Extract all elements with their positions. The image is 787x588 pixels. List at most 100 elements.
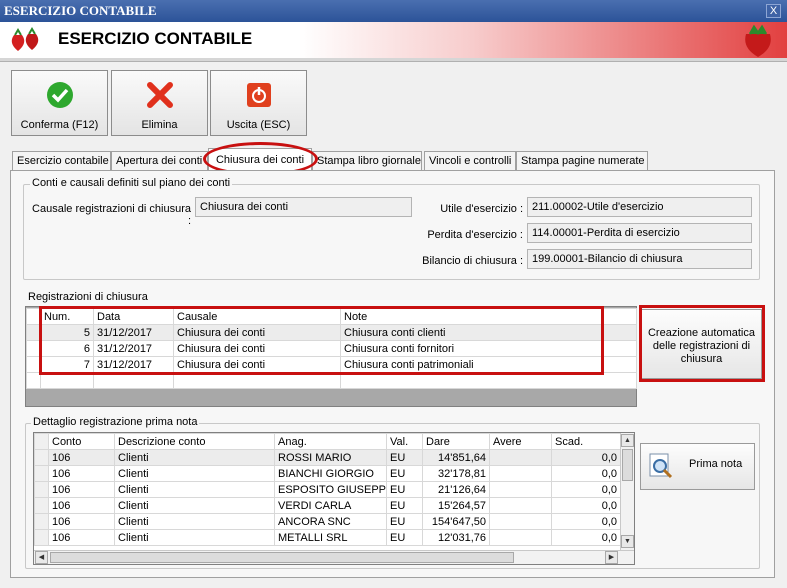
- document-search-icon: [649, 453, 673, 479]
- vertical-scroll-thumb[interactable]: [622, 449, 633, 481]
- confirm-button[interactable]: Conferma (F12): [11, 70, 108, 136]
- accounts-legend: Conti e causali definiti sul piano dei c…: [30, 177, 233, 189]
- cell-val: EU: [386, 481, 423, 498]
- strawberry-icon: [11, 27, 39, 51]
- check-icon: [46, 82, 73, 108]
- cell-avere: [489, 497, 552, 514]
- header-banner: ESERCIZIO CONTABILE: [0, 22, 787, 58]
- horizontal-scroll-thumb[interactable]: [50, 552, 514, 563]
- table-row[interactable]: 106 Clienti BIANCHI GIORGIO EU 32'178,81…: [34, 465, 621, 482]
- dettaglio-grid[interactable]: Conto Descrizione conto Anag. Val. Dare …: [33, 432, 635, 565]
- col-scad[interactable]: Scad.: [551, 433, 621, 450]
- col-dare[interactable]: Dare: [422, 433, 490, 450]
- causale-field[interactable]: Chiusura dei conti: [195, 197, 412, 217]
- scroll-down-icon[interactable]: ▼: [621, 535, 634, 548]
- cell-descrizione: Clienti: [114, 497, 275, 514]
- dettaglio-legend: Dettaglio registrazione prima nota: [31, 416, 200, 428]
- cell-conto: 106: [48, 497, 115, 514]
- cell-val: EU: [386, 497, 423, 514]
- col-avere[interactable]: Avere: [489, 433, 552, 450]
- cell-conto: 106: [48, 465, 115, 482]
- perdita-label: Perdita d'esercizio :: [427, 229, 523, 241]
- tab-stampa-pagine-numerate[interactable]: Stampa pagine numerate: [516, 151, 648, 170]
- cell-val: EU: [386, 465, 423, 482]
- cell-val: EU: [386, 529, 423, 546]
- strawberry-logo-icon: [745, 24, 771, 57]
- table-row[interactable]: 106 Clienti ANCORA SNC EU 154'647,50 0,0: [34, 513, 621, 530]
- button-highlight: [639, 305, 765, 382]
- scroll-right-icon[interactable]: ▶: [605, 551, 618, 564]
- cell-descrizione: Clienti: [114, 529, 275, 546]
- tab-vincoli-controlli[interactable]: Vincoli e controlli: [424, 151, 516, 170]
- cell-scad: 0,0: [551, 465, 621, 482]
- cell-dare: 15'264,57: [422, 497, 490, 514]
- bilancio-field[interactable]: 199.00001-Bilancio di chiusura: [527, 249, 752, 269]
- cell-anag: BIANCHI GIORGIO: [274, 465, 387, 482]
- col-conto[interactable]: Conto: [48, 433, 115, 450]
- cell-scad: 0,0: [551, 449, 621, 466]
- header-separator: [0, 58, 787, 62]
- delete-label: Elimina: [141, 119, 178, 131]
- cell-scad: 0,0: [551, 497, 621, 514]
- col-descrizione[interactable]: Descrizione conto: [114, 433, 275, 450]
- table-row[interactable]: 106 Clienti VERDI CARLA EU 15'264,57 0,0: [34, 497, 621, 514]
- scroll-left-icon[interactable]: ◀: [35, 551, 48, 564]
- dettaglio-header-row: Conto Descrizione conto Anag. Val. Dare …: [34, 433, 621, 450]
- cell-descrizione: Clienti: [114, 449, 275, 466]
- cell-scad: 0,0: [551, 529, 621, 546]
- confirm-label: Conferma (F12): [20, 119, 99, 131]
- cell-descrizione: Clienti: [114, 465, 275, 482]
- cell-descrizione: Clienti: [114, 513, 275, 530]
- delete-x-icon: [146, 82, 173, 108]
- window-title: ESERCIZIO CONTABILE: [0, 0, 787, 22]
- bilancio-label: Bilancio di chiusura :: [422, 255, 523, 267]
- causale-label: Causale registrazioni di chiusura :: [32, 203, 191, 227]
- delete-button[interactable]: Elimina: [111, 70, 208, 136]
- close-button[interactable]: X: [766, 4, 781, 18]
- cell-avere: [489, 465, 552, 482]
- cell-anag: ESPOSITO GIUSEPPE: [274, 481, 387, 498]
- cell-avere: [489, 481, 552, 498]
- cell-scad: 0,0: [551, 481, 621, 498]
- cell-anag: METALLI SRL: [274, 529, 387, 546]
- cell-conto: 106: [48, 513, 115, 530]
- cell-avere: [489, 513, 552, 530]
- cell-anag: ANCORA SNC: [274, 513, 387, 530]
- cell-descrizione: Clienti: [114, 481, 275, 498]
- cell-dare: 12'031,76: [422, 529, 490, 546]
- cell-dare: 21'126,64: [422, 481, 490, 498]
- prima-nota-label: Prima nota: [689, 458, 743, 470]
- cell-avere: [489, 529, 552, 546]
- cell-conto: 106: [48, 481, 115, 498]
- cell-avere: [489, 449, 552, 466]
- registrazioni-legend: Registrazioni di chiusura: [28, 291, 148, 303]
- cell-dare: 32'178,81: [422, 465, 490, 482]
- cell-conto: 106: [48, 449, 115, 466]
- rows-highlight: [39, 306, 604, 375]
- utile-field[interactable]: 211.00002-Utile d'esercizio: [527, 197, 752, 217]
- utile-label: Utile d'esercizio :: [440, 203, 523, 215]
- perdita-field[interactable]: 114.00001-Perdita di esercizio: [527, 223, 752, 243]
- horizontal-scrollbar[interactable]: ◀ ▶: [34, 550, 634, 564]
- cell-val: EU: [386, 513, 423, 530]
- table-row[interactable]: 106 Clienti ESPOSITO GIUSEPPE EU 21'126,…: [34, 481, 621, 498]
- col-val[interactable]: Val.: [386, 433, 423, 450]
- cell-dare: 154'647,50: [422, 513, 490, 530]
- exit-label: Uscita (ESC): [226, 119, 291, 131]
- page-title: ESERCIZIO CONTABILE: [58, 29, 253, 48]
- vertical-scrollbar[interactable]: ▲ ▼: [620, 433, 634, 550]
- cell-val: EU: [386, 449, 423, 466]
- table-row[interactable]: 106 Clienti ROSSI MARIO EU 14'851,64 0,0: [34, 449, 621, 466]
- tab-esercizio-contabile[interactable]: Esercizio contabile: [12, 151, 111, 170]
- cell-anag: ROSSI MARIO: [274, 449, 387, 466]
- prima-nota-button[interactable]: Prima nota: [640, 443, 755, 490]
- scroll-up-icon[interactable]: ▲: [621, 434, 634, 447]
- cell-conto: 106: [48, 529, 115, 546]
- cell-dare: 14'851,64: [422, 449, 490, 466]
- col-anag[interactable]: Anag.: [274, 433, 387, 450]
- table-row[interactable]: 106 Clienti METALLI SRL EU 12'031,76 0,0: [34, 529, 621, 546]
- tab-apertura-conti[interactable]: Apertura dei conti: [111, 151, 208, 170]
- cell-scad: 0,0: [551, 513, 621, 530]
- tab-stampa-libro-giornale[interactable]: Stampa libro giornale: [312, 151, 422, 170]
- exit-button[interactable]: Uscita (ESC): [210, 70, 307, 136]
